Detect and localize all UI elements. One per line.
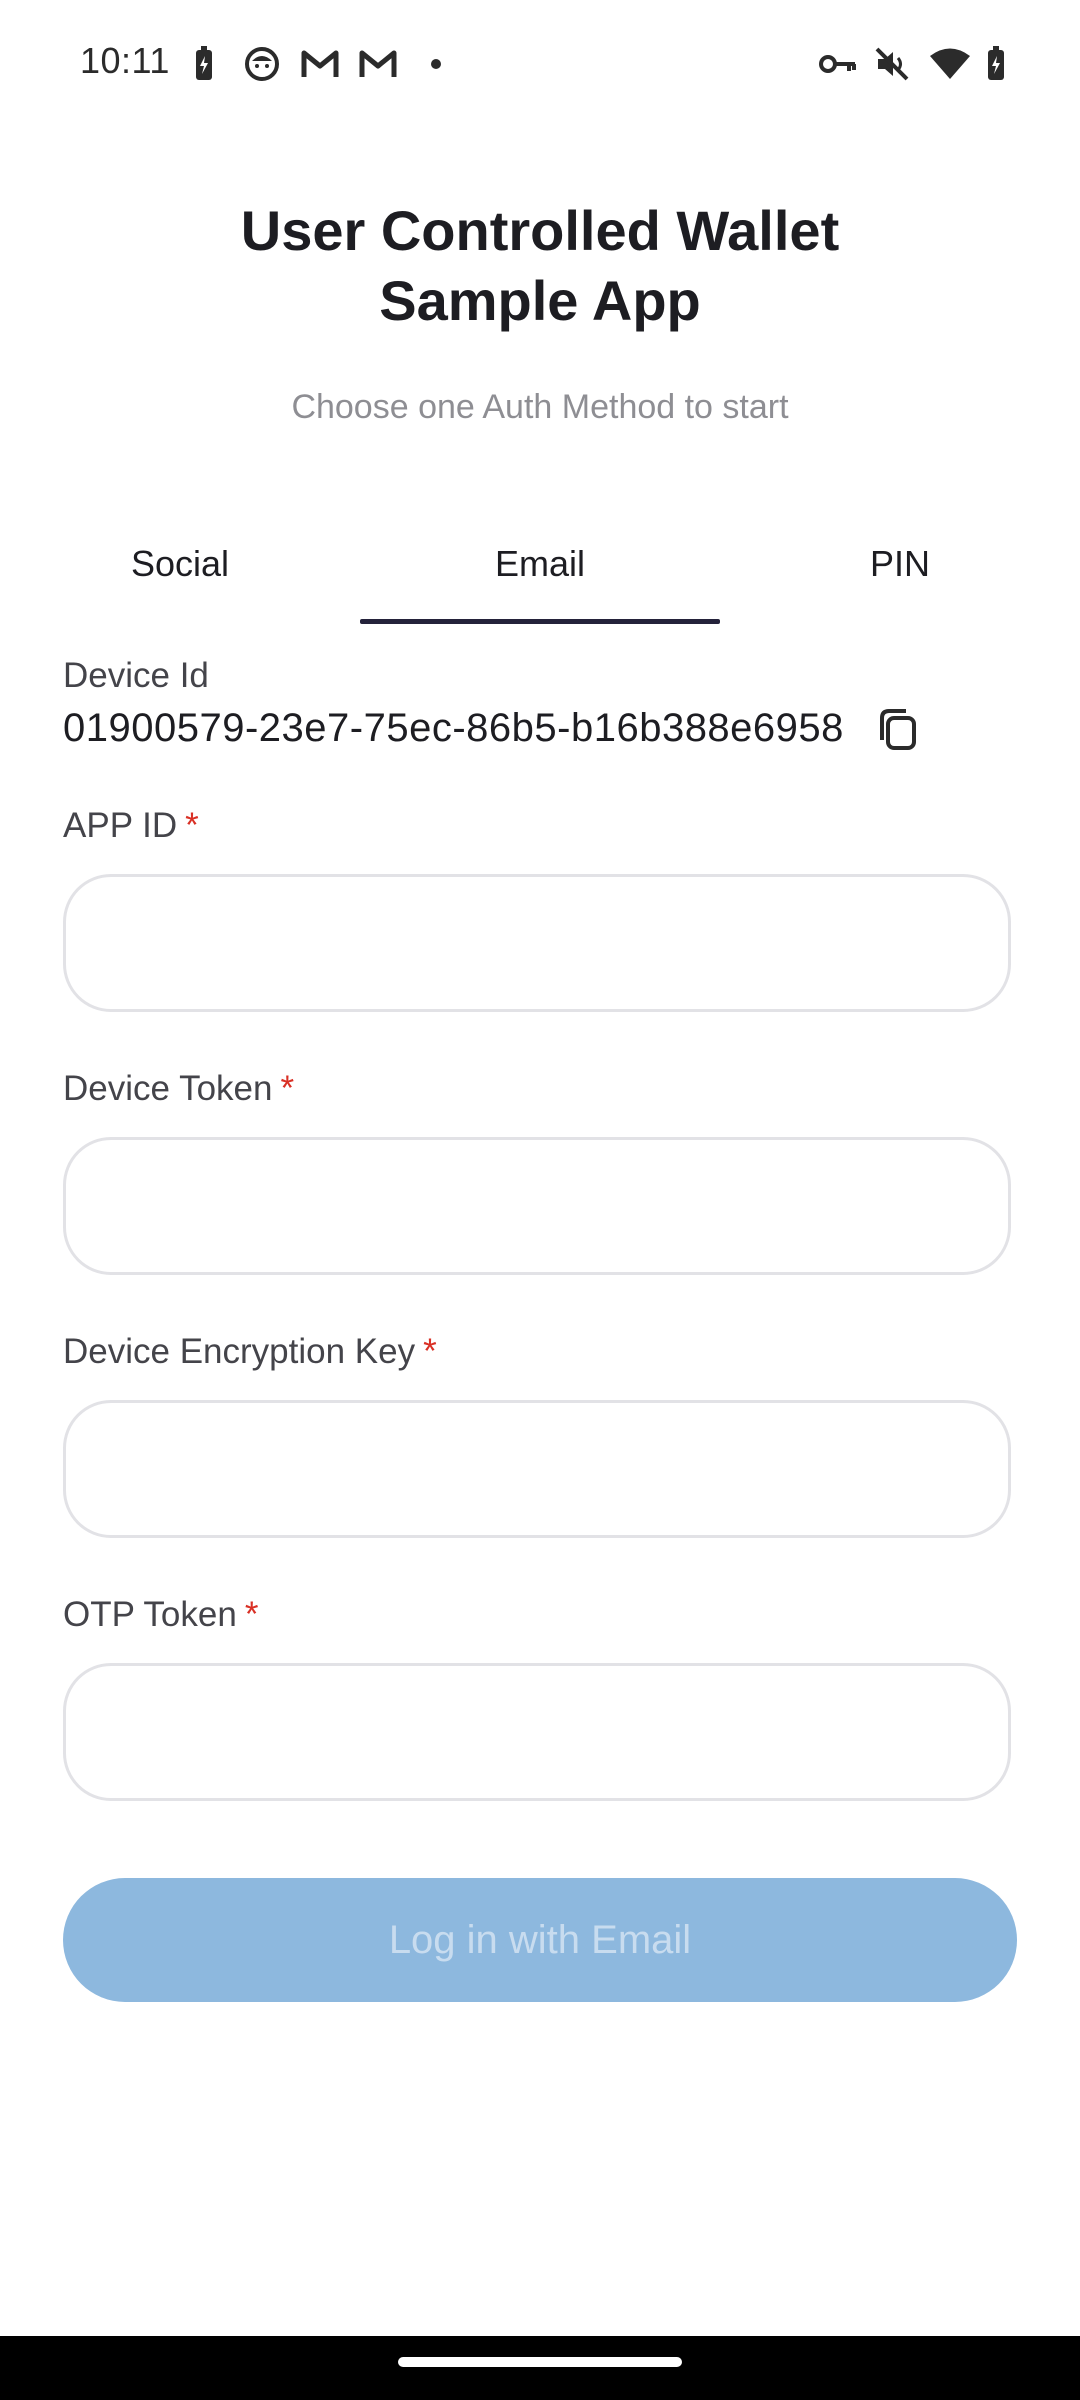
mute-icon — [872, 44, 912, 84]
tab-social[interactable]: Social — [0, 520, 360, 624]
device-token-label: Device Token * — [63, 1069, 294, 1109]
device-id-label: Device Id — [63, 656, 209, 695]
device-encryption-key-label-text: Device Encryption Key — [63, 1332, 416, 1371]
page-subtitle: Choose one Auth Method to start — [291, 388, 789, 426]
auth-method-tabs: Social Email PIN — [0, 520, 1080, 624]
app-id-field — [63, 874, 1011, 1012]
page-title: User Controlled Wallet Sample App — [0, 196, 1080, 336]
vpn-key-icon — [818, 44, 858, 84]
otp-token-input[interactable] — [66, 1666, 1008, 1798]
wifi-icon — [928, 44, 972, 84]
navigation-bar — [0, 2336, 1080, 2400]
copy-icon[interactable] — [876, 706, 920, 754]
required-asterisk: * — [423, 1332, 437, 1371]
battery-icon — [982, 44, 1010, 84]
device-encryption-key-label: Device Encryption Key * — [63, 1332, 437, 1372]
required-asterisk: * — [244, 1595, 259, 1634]
required-asterisk: * — [280, 1069, 295, 1108]
tab-selected-indicator — [360, 619, 720, 624]
device-id-value: 01900579-23e7-75ec-86b5-b16b388e6958 — [63, 706, 844, 750]
app-id-label-text: APP ID — [63, 806, 178, 845]
status-time: 10:11 — [80, 40, 170, 81]
otp-token-label-text: OTP Token — [63, 1595, 237, 1634]
required-asterisk: * — [185, 806, 199, 845]
device-token-label-text: Device Token — [63, 1069, 273, 1108]
device-token-field — [63, 1137, 1011, 1275]
device-encryption-key-field — [63, 1400, 1011, 1538]
tab-email[interactable]: Email — [360, 520, 720, 624]
title-line-2: Sample App — [379, 269, 701, 332]
battery-charging-icon — [190, 44, 218, 84]
cat-face-icon — [244, 44, 280, 84]
otp-token-label: OTP Token * — [63, 1595, 258, 1635]
gmail-icon — [300, 44, 340, 84]
login-with-email-button[interactable]: Log in with Email — [63, 1878, 1017, 2002]
title-line-1: User Controlled Wallet — [240, 199, 840, 262]
device-encryption-key-input[interactable] — [66, 1403, 1008, 1535]
status-bar: 10:11 — [0, 0, 1080, 128]
home-gesture-handle[interactable] — [398, 2357, 682, 2367]
otp-token-field — [63, 1663, 1011, 1801]
app-id-input[interactable] — [66, 877, 1008, 1009]
tab-pin[interactable]: PIN — [720, 520, 1080, 624]
dot-icon — [426, 44, 446, 84]
device-token-input[interactable] — [66, 1140, 1008, 1272]
app-id-label: APP ID * — [63, 806, 199, 846]
gmail-icon — [358, 44, 398, 84]
